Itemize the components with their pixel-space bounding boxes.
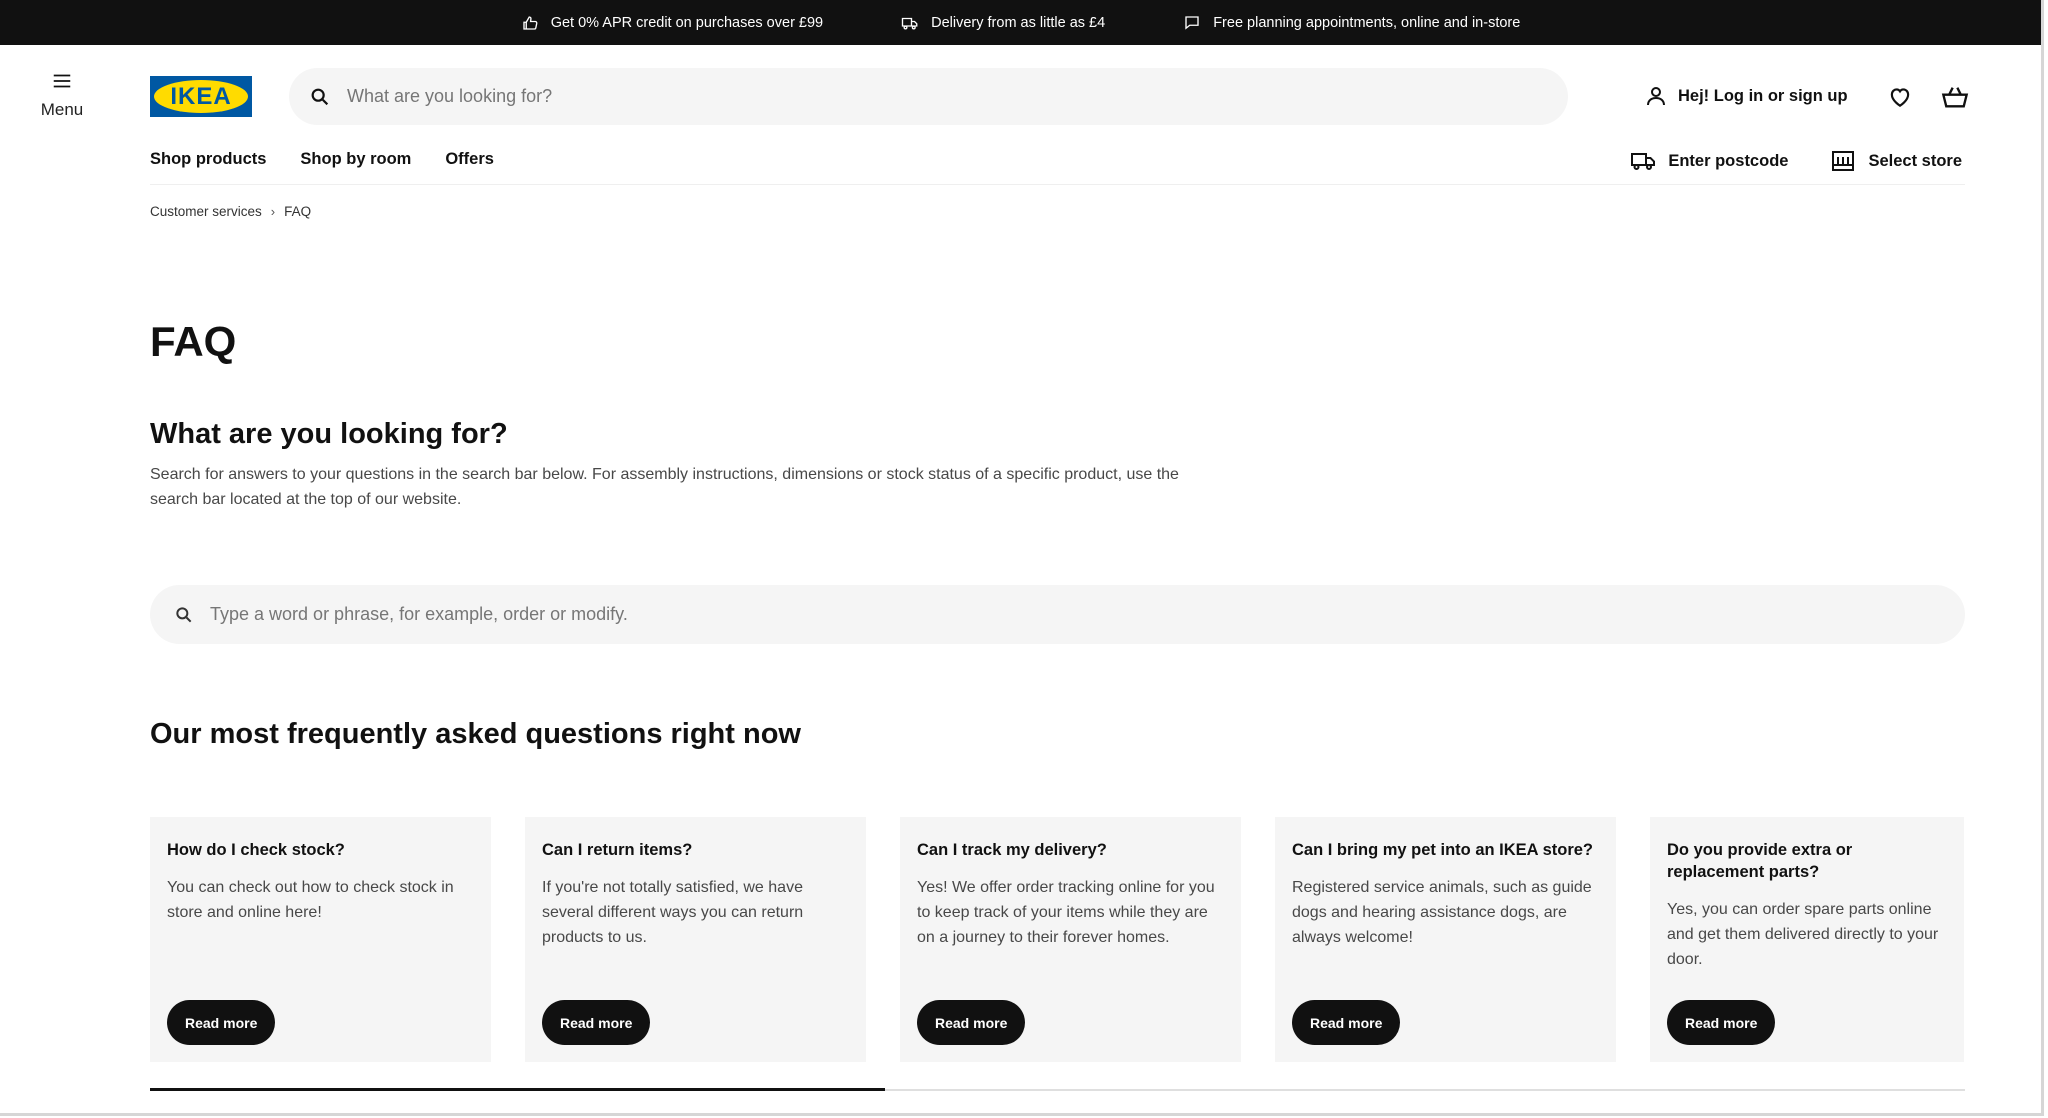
thumbs-up-icon xyxy=(523,15,538,30)
search-intro-text: Search for answers to your questions in … xyxy=(150,466,1179,508)
banner-item-planning[interactable]: Free planning appointments, online and i… xyxy=(1183,14,1520,32)
delivery-truck-icon xyxy=(1631,153,1656,170)
faq-search-bar[interactable] xyxy=(150,585,1965,644)
breadcrumb-separator: › xyxy=(270,204,276,219)
postcode-label: Enter postcode xyxy=(1668,151,1789,170)
faq-answer: Yes, you can order spare parts online an… xyxy=(1667,901,1939,968)
menu-label: Menu xyxy=(40,100,84,119)
ikea-logo[interactable]: IKEA xyxy=(150,76,252,117)
banner-text: Get 0% APR credit on purchases over £99 xyxy=(550,14,824,31)
nav-offers[interactable]: Offers xyxy=(445,150,494,169)
store-icon xyxy=(1832,151,1855,171)
chat-bubble-icon xyxy=(1185,15,1199,30)
search-icon xyxy=(311,88,329,105)
carousel-scrollbar[interactable] xyxy=(150,1088,1965,1091)
banner-text: Free planning appointments, online and i… xyxy=(1213,14,1521,31)
heart-icon[interactable] xyxy=(1887,84,1913,110)
read-more-button[interactable]: Read more xyxy=(917,1000,1026,1045)
page-title: FAQ xyxy=(150,318,237,365)
logo-oval: IKEA xyxy=(154,80,248,113)
faq-answer: Registered service animals, such as guid… xyxy=(1292,879,1592,946)
faq-card: Can I bring my pet into an IKEA store? R… xyxy=(1275,817,1616,1062)
faq-section-heading: Our most frequently asked questions righ… xyxy=(150,718,801,750)
banner-item-delivery[interactable]: Delivery from as little as £4 xyxy=(901,14,1105,32)
faq-carousel[interactable]: How do I check stock? You can check out … xyxy=(150,817,1965,1062)
carousel-scrollbar-thumb[interactable] xyxy=(150,1088,886,1091)
read-more-button[interactable]: Read more xyxy=(542,1000,651,1045)
menu-button[interactable]: Menu xyxy=(34,70,90,120)
global-search-input[interactable] xyxy=(347,86,1447,107)
breadcrumb-customer-services[interactable]: Customer services xyxy=(150,204,262,219)
faq-question: Can I bring my pet into an IKEA store? xyxy=(1292,841,1593,859)
faq-card: Can I track my delivery? Yes! We offer o… xyxy=(900,817,1241,1062)
faq-answer: You can check out how to check stock in … xyxy=(167,879,454,921)
user-icon xyxy=(1647,87,1665,106)
login-link[interactable]: Hej! Log in or sign up xyxy=(1644,84,1848,108)
faq-card: How do I check stock? You can check out … xyxy=(150,817,491,1062)
main-nav: Shop products Shop by room Offers xyxy=(150,150,494,169)
breadcrumb: Customer services › FAQ xyxy=(150,204,311,219)
hamburger-icon xyxy=(53,74,71,88)
faq-answer: Yes! We offer order tracking online for … xyxy=(917,879,1215,946)
login-label: Hej! Log in or sign up xyxy=(1678,86,1848,105)
faq-question: Can I track my delivery? xyxy=(917,841,1107,859)
global-search-bar[interactable] xyxy=(289,68,1568,125)
location-nav: Enter postcode Select store xyxy=(1630,150,1962,172)
breadcrumb-faq[interactable]: FAQ xyxy=(284,204,311,219)
read-more-button[interactable]: Read more xyxy=(1292,1000,1401,1045)
nav-shop-products[interactable]: Shop products xyxy=(150,150,266,169)
faq-card: Can I return items? If you're not totall… xyxy=(525,817,866,1062)
faq-search-input[interactable] xyxy=(210,604,1910,625)
page-frame: Get 0% APR credit on purchases over £99 … xyxy=(0,0,2044,1116)
store-label: Select store xyxy=(1868,151,1962,170)
logo-text: IKEA xyxy=(170,82,232,110)
nav-shop-by-room[interactable]: Shop by room xyxy=(300,150,411,169)
faq-question: Can I return items? xyxy=(542,841,693,859)
promo-banner: Get 0% APR credit on purchases over £99 … xyxy=(0,0,2041,45)
faq-question: How do I check stock? xyxy=(167,841,345,859)
read-more-button[interactable]: Read more xyxy=(1667,1000,1776,1045)
read-more-button[interactable]: Read more xyxy=(167,1000,276,1045)
banner-text: Delivery from as little as £4 xyxy=(931,14,1106,31)
faq-question: Do you provide extra or replacement part… xyxy=(1667,841,1853,881)
shopping-basket-icon[interactable] xyxy=(1941,84,1969,110)
nav-divider xyxy=(150,184,1965,185)
search-icon xyxy=(176,606,192,622)
search-heading: What are you looking for? xyxy=(150,418,508,450)
faq-answer: If you're not totally satisfied, we have… xyxy=(542,879,804,946)
faq-card: Do you provide extra or replacement part… xyxy=(1650,817,1964,1062)
banner-item-credit[interactable]: Get 0% APR credit on purchases over £99 xyxy=(521,14,823,32)
select-store-button[interactable]: Select store xyxy=(1830,150,1962,172)
enter-postcode-button[interactable]: Enter postcode xyxy=(1630,150,1788,172)
delivery-truck-icon xyxy=(901,17,918,30)
